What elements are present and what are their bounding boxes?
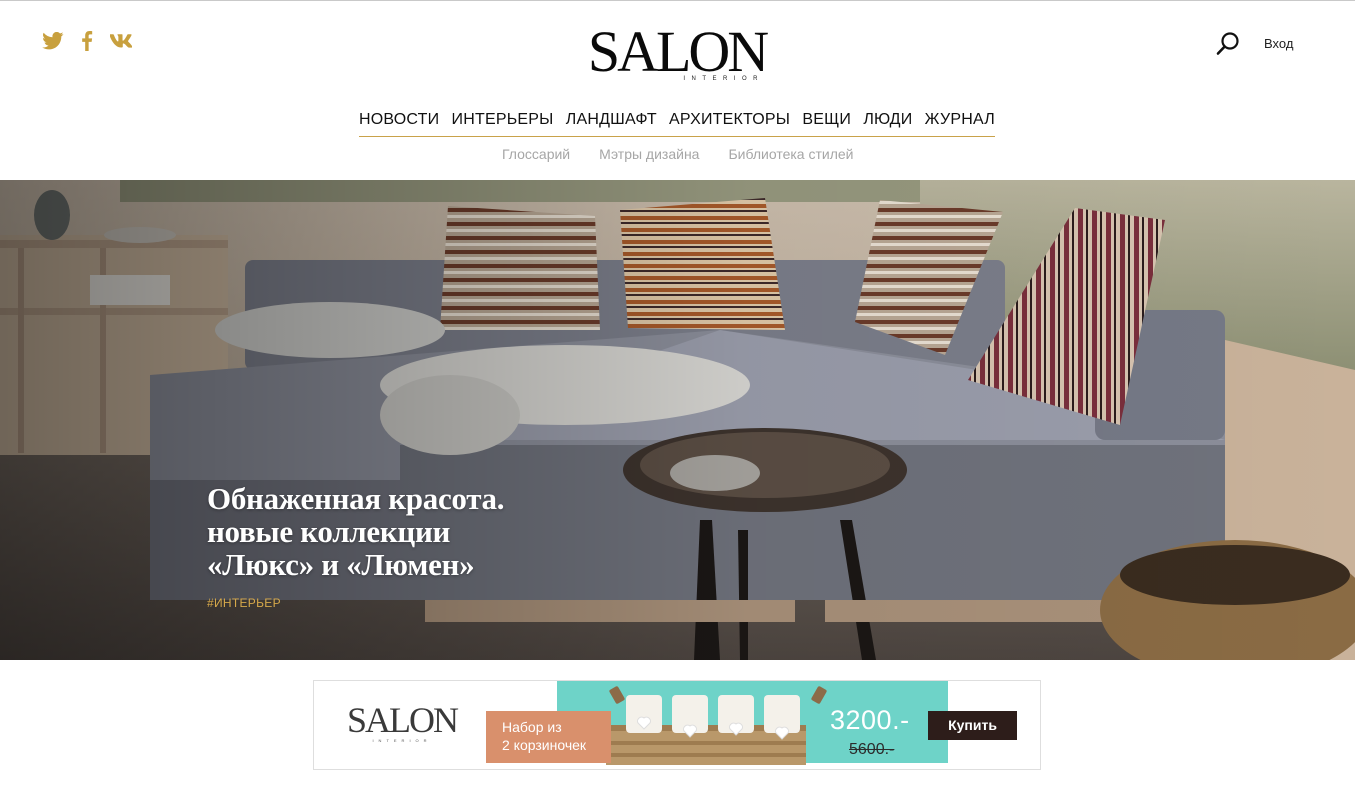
nav-item-landscape[interactable]: ЛАНДШАФТ xyxy=(566,109,657,136)
social-links xyxy=(42,31,132,51)
banner-logo: SALON INTERIOR xyxy=(346,700,459,743)
search-icon[interactable] xyxy=(1215,31,1241,57)
top-divider xyxy=(0,0,1355,1)
hero-headline-line: «Люкс» и «Люмен» xyxy=(207,547,475,582)
banner-logo-wordmark: SALON xyxy=(346,700,459,740)
hero-image xyxy=(0,180,1355,660)
subnav-item-style-library[interactable]: Библиотека стилей xyxy=(728,146,853,162)
nav-item-news[interactable]: НОВОСТИ xyxy=(359,109,439,136)
nav-item-people[interactable]: ЛЮДИ xyxy=(863,109,912,136)
subnav-item-design-masters[interactable]: Мэтры дизайна xyxy=(599,146,699,162)
login-link[interactable]: Вход xyxy=(1264,36,1293,51)
banner-offer-line: Набор из xyxy=(502,719,562,735)
hero-article[interactable]: Обнаженная красота. новые коллекции «Люк… xyxy=(0,180,1355,660)
banner-offer-line: 2 корзиночек xyxy=(502,737,587,753)
nav-item-magazine[interactable]: ЖУРНАЛ xyxy=(925,109,995,136)
hero-headline-line: новые коллекции xyxy=(207,514,451,549)
buy-button[interactable]: Купить xyxy=(928,711,1017,740)
hero-headline-line: Обнаженная красота. xyxy=(207,481,505,516)
nav-item-interiors[interactable]: ИНТЕРЬЕРЫ xyxy=(452,109,554,136)
banner-offer-label: Набор из 2 корзиночек xyxy=(486,711,611,763)
sub-nav: Глоссарий Мэтры дизайна Библиотека стиле… xyxy=(502,146,854,162)
main-nav: НОВОСТИ ИНТЕРЬЕРЫ ЛАНДШАФТ АРХИТЕКТОРЫ В… xyxy=(359,109,995,137)
facebook-icon[interactable] xyxy=(76,31,98,51)
hero-tag[interactable]: #ИНТЕРЬЕР xyxy=(207,596,281,610)
vk-icon[interactable] xyxy=(110,31,132,51)
subnav-item-glossary[interactable]: Глоссарий xyxy=(502,146,570,162)
nav-item-architects[interactable]: АРХИТЕКТОРЫ xyxy=(669,109,790,136)
ad-banner[interactable]: SALON INTERIOR Набор из 2 корзиночек 320… xyxy=(313,680,1041,770)
banner-price: 3200.- xyxy=(830,705,910,735)
twitter-icon[interactable] xyxy=(42,31,64,51)
banner-old-price: 5600.- xyxy=(849,741,895,758)
nav-item-things[interactable]: ВЕЩИ xyxy=(802,109,851,136)
logo-wordmark: SALON xyxy=(587,19,769,84)
basket-image xyxy=(606,686,827,765)
hero-headline[interactable]: Обнаженная красота. новые коллекции «Люк… xyxy=(207,482,627,581)
site-logo[interactable]: SALON INTERIOR xyxy=(586,19,769,84)
